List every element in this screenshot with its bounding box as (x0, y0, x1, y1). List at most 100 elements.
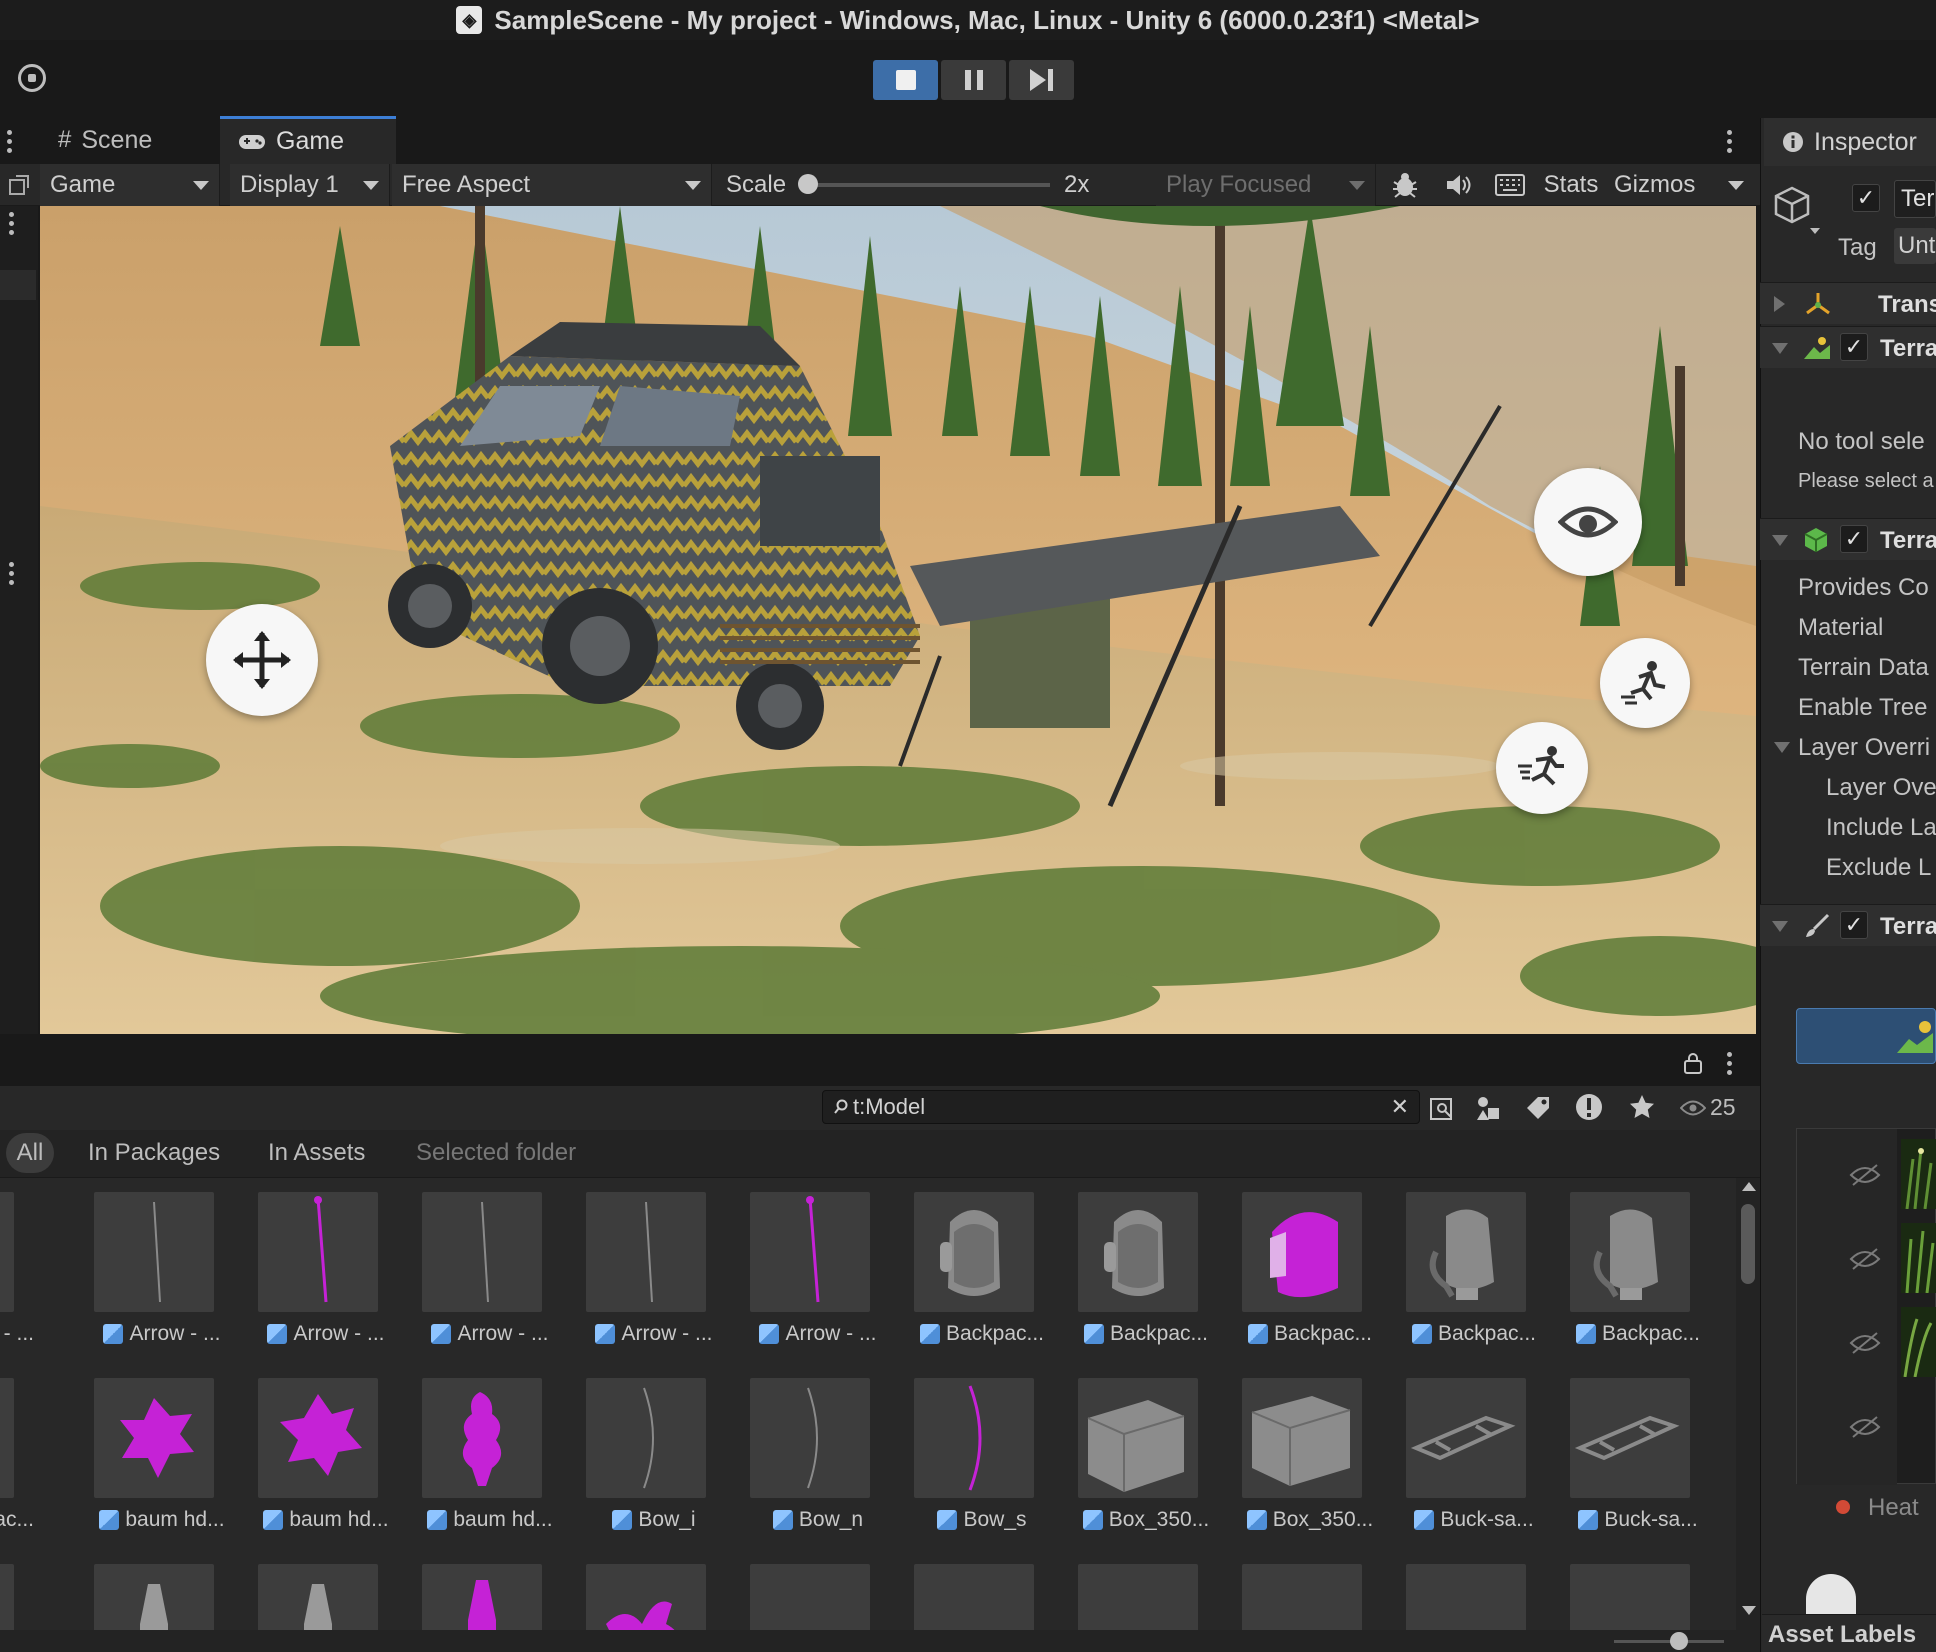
asset-item[interactable]: Arrow - ... (410, 1178, 570, 1353)
asset-item[interactable]: Backpac... (902, 1178, 1062, 1353)
asset-item[interactable]: Arrow - ... (574, 1178, 734, 1353)
pause-button[interactable] (941, 60, 1006, 100)
collapse-arrow-icon[interactable] (1774, 742, 1790, 753)
view-menu-icon[interactable] (1726, 130, 1732, 153)
move-joystick-button[interactable] (206, 604, 318, 716)
tab-scene[interactable]: # Scene (40, 116, 220, 164)
side-strip-item[interactable] (0, 270, 36, 300)
terrain-script-header[interactable]: ✓ Terra (1760, 904, 1936, 946)
asset-item[interactable]: Bow_n (738, 1364, 898, 1539)
keyboard-icon[interactable] (1490, 164, 1530, 206)
search-in-window-icon[interactable] (1428, 1094, 1456, 1127)
collider-enabled-checkbox[interactable]: ✓ (1840, 525, 1868, 553)
maximize-icon[interactable] (0, 164, 38, 206)
hidden-eye-icon[interactable] (1849, 1331, 1881, 1355)
asset-item[interactable]: Arrow - ... (738, 1178, 898, 1353)
exclude-layers-label: Exclude L (1826, 854, 1932, 881)
project-menu-icon[interactable] (1726, 1052, 1732, 1075)
asset-item[interactable]: Backpac... (1558, 1178, 1718, 1353)
gizmos-button[interactable]: Gizmos (1614, 164, 1754, 206)
project-search-input[interactable]: t:Model ✕ (822, 1090, 1420, 1124)
collapse-arrow-icon[interactable] (1772, 535, 1788, 546)
collapse-arrow-icon[interactable] (1772, 343, 1788, 354)
scope-all[interactable]: All (6, 1133, 54, 1173)
jump-button[interactable] (1600, 638, 1690, 728)
side-menu-icon[interactable] (8, 212, 14, 235)
scope-in-assets[interactable]: In Assets (268, 1133, 365, 1173)
thumbnail-size-slider[interactable] (1614, 1632, 1724, 1650)
detail-layers-list[interactable] (1796, 1128, 1936, 1485)
active-checkbox[interactable]: ✓ (1852, 184, 1880, 212)
sprint-button[interactable] (1496, 722, 1588, 814)
favorite-star-icon[interactable] (1628, 1093, 1656, 1126)
panel-menu-icon[interactable] (6, 130, 12, 153)
game-viewport[interactable] (40, 206, 1756, 1034)
asset-item[interactable]: baum hd... (82, 1364, 242, 1539)
asset-labels-bar[interactable]: Asset Labels (1762, 1614, 1936, 1652)
asset-item[interactable]: Backpac... (1066, 1178, 1226, 1353)
asset-thumbnail (1406, 1378, 1526, 1498)
scale-slider-knob[interactable] (798, 174, 819, 194)
hidden-eye-icon[interactable] (1849, 1415, 1881, 1439)
lock-icon[interactable] (1684, 1052, 1702, 1079)
script-enabled-checkbox[interactable]: ✓ (1840, 911, 1868, 939)
play-mode-dropdown[interactable]: Play Focused (1156, 164, 1376, 206)
stop-button[interactable] (873, 60, 938, 100)
expand-arrow-icon[interactable] (1774, 296, 1785, 312)
display-dropdown[interactable]: Display 1 (230, 164, 390, 206)
gameobject-icon[interactable] (1772, 182, 1822, 243)
terrain-component-header[interactable]: ✓ Terra (1760, 326, 1936, 368)
label-filter-icon[interactable] (1524, 1094, 1552, 1127)
account-icon[interactable] (18, 64, 46, 92)
terrain-enabled-checkbox[interactable]: ✓ (1840, 333, 1868, 361)
asset-item[interactable]: baum hd... (246, 1364, 406, 1539)
brush-icon (1806, 913, 1830, 937)
step-button[interactable] (1009, 60, 1074, 100)
view-mode-dropdown[interactable]: Game (40, 164, 220, 206)
thumbnail-size-knob[interactable] (1670, 1632, 1688, 1650)
scroll-up-icon[interactable] (1742, 1182, 1756, 1191)
aspect-dropdown[interactable]: Free Aspect (392, 164, 712, 206)
tab-game[interactable]: Game (220, 116, 396, 164)
stats-button[interactable]: Stats (1536, 164, 1606, 206)
scope-selected-folder[interactable]: Selected folder (416, 1133, 576, 1173)
tab-inspector[interactable]: Inspector (1764, 118, 1936, 166)
clear-icon[interactable]: ✕ (1391, 1094, 1409, 1120)
asset-item[interactable]: baum hd... (410, 1364, 570, 1539)
scroll-thumb[interactable] (1741, 1204, 1755, 1284)
hidden-eye-icon[interactable] (1849, 1163, 1881, 1187)
scope-in-packages[interactable]: In Packages (88, 1133, 220, 1173)
scale-slider[interactable] (798, 174, 1051, 194)
asset-item[interactable]: Bow_i (574, 1364, 734, 1539)
look-button[interactable] (1534, 468, 1642, 576)
tag-dropdown[interactable]: Unt (1894, 228, 1936, 264)
asset-grid-scrollbar[interactable] (1736, 1178, 1760, 1630)
hidden-eye-icon[interactable] (1849, 1247, 1881, 1271)
asset-item[interactable]: Buck-sa... (1558, 1364, 1718, 1539)
hidden-packages-toggle[interactable]: 25 (1680, 1094, 1736, 1121)
object-name-field[interactable]: Ter (1894, 180, 1936, 218)
collapse-arrow-icon[interactable] (1772, 921, 1788, 932)
asset-item[interactable]: Backpac... (1394, 1178, 1554, 1353)
warning-filter-icon[interactable] (1574, 1092, 1604, 1127)
terrain-tool-button[interactable] (1796, 1008, 1936, 1064)
terrain-collider-header[interactable]: ✓ Terra (1760, 518, 1936, 560)
asset-item[interactable]: Box_350... (1230, 1364, 1390, 1539)
asset-item[interactable]: Backpac... (1230, 1178, 1390, 1353)
side-menu-icon[interactable] (8, 562, 14, 585)
asset-item[interactable]: w - ... (0, 1178, 42, 1353)
scale-control[interactable]: Scale 2x (726, 164, 1106, 206)
asset-item[interactable]: Arrow - ... (246, 1178, 406, 1353)
audio-icon[interactable] (1438, 164, 1478, 206)
scroll-down-icon[interactable] (1742, 1606, 1756, 1615)
bug-icon[interactable] (1386, 164, 1424, 206)
asset-item[interactable]: Box_350... (1066, 1364, 1226, 1539)
asset-item[interactable]: Bow_s (902, 1364, 1062, 1539)
asset-item[interactable]: pac... (0, 1364, 42, 1539)
model-icon (595, 1324, 616, 1344)
filter-by-type-icon[interactable] (1474, 1094, 1502, 1127)
transform-component-header[interactable]: Trans (1760, 282, 1936, 324)
asset-item[interactable]: Buck-sa... (1394, 1364, 1554, 1539)
asset-item[interactable]: Arrow - ... (82, 1178, 242, 1353)
asset-grid[interactable]: w - ... Arrow - ... Arrow - ... Arrow - ...… (0, 1178, 1740, 1652)
